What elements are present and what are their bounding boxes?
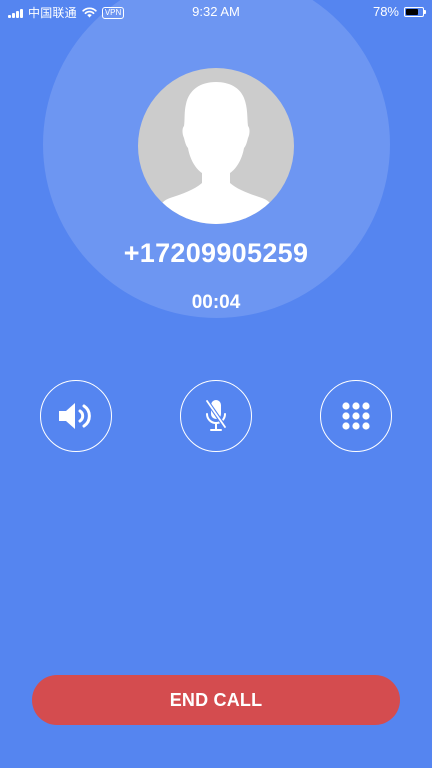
end-call-button[interactable]: END CALL bbox=[32, 675, 400, 725]
caller-avatar bbox=[138, 68, 294, 224]
mute-button[interactable] bbox=[180, 380, 252, 452]
speaker-icon bbox=[59, 403, 91, 429]
battery-fill bbox=[406, 8, 418, 15]
keypad-button[interactable] bbox=[320, 380, 392, 452]
microphone-muted-icon bbox=[205, 399, 227, 431]
status-bar: 中国联通 VPN 9:32 AM 78% bbox=[0, 0, 432, 22]
end-call-label: END CALL bbox=[169, 689, 263, 710]
call-screen: 中国联通 VPN 9:32 AM 78% +17209905259 00:04 bbox=[0, 0, 432, 768]
call-duration: 00:04 bbox=[191, 292, 241, 313]
battery-percent: 78% bbox=[372, 4, 399, 19]
caller-number: +17209905259 bbox=[123, 238, 309, 268]
battery-icon bbox=[404, 6, 426, 17]
status-time: 9:32 AM bbox=[192, 4, 240, 19]
speaker-button[interactable] bbox=[40, 380, 112, 452]
dialpad-icon bbox=[342, 402, 370, 430]
status-right: 78% bbox=[372, 4, 426, 19]
person-silhouette-icon bbox=[154, 82, 278, 224]
